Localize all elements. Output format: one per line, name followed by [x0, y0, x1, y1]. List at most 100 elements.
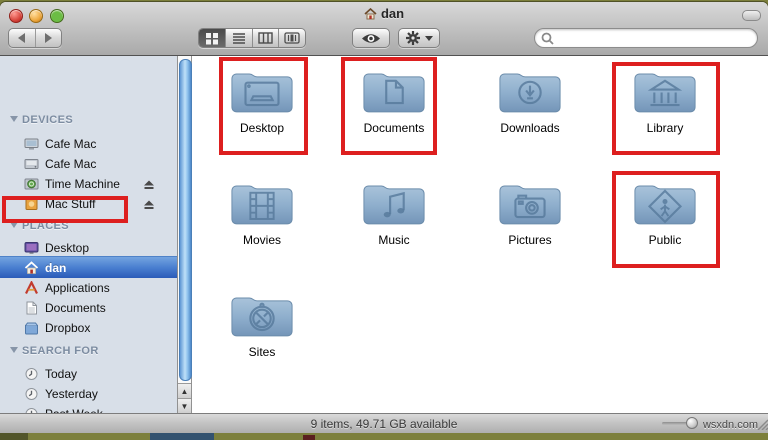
computer-icon	[24, 137, 40, 152]
disclosure-triangle-icon	[10, 222, 18, 228]
desktop-red-patch	[303, 435, 315, 440]
scroll-up-button[interactable]: ▲	[178, 383, 191, 398]
icon-view-button[interactable]	[199, 29, 226, 47]
home-icon	[24, 260, 40, 275]
folder-label: Movies	[242, 233, 281, 247]
folder-icon	[231, 73, 293, 113]
folder-pictures[interactable]: Pictures	[475, 176, 585, 247]
toolbar-toggle-pill[interactable]	[742, 10, 761, 21]
folder-icon	[634, 73, 696, 113]
search-icon	[541, 32, 554, 45]
folder-label: Pictures	[508, 233, 552, 247]
sidebar-item-mac-stuff[interactable]: Mac Stuff	[0, 194, 177, 214]
sidebar-item-label: dan	[45, 260, 67, 275]
back-button[interactable]	[9, 29, 36, 47]
time-machine-drive-icon	[24, 177, 40, 192]
sidebar-item-label: Desktop	[45, 241, 90, 255]
list-view-button[interactable]	[226, 29, 253, 47]
gear-icon	[406, 31, 420, 45]
quick-look-button[interactable]	[352, 28, 390, 48]
column-view-icon	[258, 32, 273, 44]
forward-icon	[44, 33, 52, 43]
scrollbar-thumb[interactable]	[179, 59, 192, 381]
desktop-shadow	[0, 433, 28, 440]
sidebar-section-search-for[interactable]: SEARCH FOR	[10, 345, 99, 357]
folder-movies[interactable]: Movies	[207, 176, 317, 247]
folder-icon	[499, 73, 561, 113]
eye-icon	[362, 33, 380, 43]
sidebar-item-documents[interactable]: Documents	[0, 298, 177, 318]
resize-grip[interactable]	[754, 416, 768, 430]
search-input[interactable]	[534, 28, 758, 48]
titlebar-toolbar: dan	[0, 2, 768, 56]
sidebar: DEVICES Cafe Mac Cafe Mac Time Machine M…	[0, 56, 177, 413]
sidebar-item-yesterday[interactable]: Yesterday	[0, 384, 177, 404]
view-segmented-control	[198, 28, 306, 48]
clock-icon	[24, 387, 40, 402]
sidebar-item-label: Cafe Mac	[45, 157, 97, 171]
sidebar-scrollbar[interactable]: ▲ ▼	[177, 56, 192, 413]
applications-icon	[24, 281, 40, 296]
folder-public[interactable]: Public	[610, 176, 720, 247]
action-menu-button[interactable]	[398, 28, 440, 48]
window-title: dan	[0, 6, 768, 21]
list-view-icon	[232, 33, 245, 44]
folder-documents[interactable]: Documents	[339, 64, 449, 135]
sidebar-item-cafe-mac-disk[interactable]: Cafe Mac	[0, 154, 177, 174]
desktop-blue-patch	[150, 433, 214, 440]
column-view-button[interactable]	[253, 29, 280, 47]
folder-label: Documents	[363, 121, 425, 135]
folder-icon	[634, 185, 696, 225]
sidebar-item-past-week[interactable]: Past Week	[0, 404, 177, 413]
back-icon	[18, 33, 26, 43]
sidebar-item-label: Dropbox	[45, 321, 91, 335]
sidebar-item-label: Documents	[45, 301, 106, 315]
chevron-down-icon	[425, 35, 433, 41]
sidebar-item-label: Mac Stuff	[45, 197, 96, 211]
dropbox-icon	[24, 321, 40, 336]
desktop-icon	[24, 241, 40, 256]
folder-library[interactable]: Library	[610, 64, 720, 135]
folder-icon	[231, 297, 293, 337]
finder-window: dan DEVICES Cafe Mac Cafe Mac Time Machi…	[0, 2, 768, 433]
clock-icon	[24, 367, 40, 382]
zoom-slider-knob[interactable]	[686, 417, 698, 429]
eject-icon[interactable]	[143, 199, 155, 210]
external-drive-icon	[24, 197, 40, 212]
sidebar-item-dropbox[interactable]: Dropbox	[0, 318, 177, 338]
coverflow-view-button[interactable]	[279, 29, 305, 47]
coverflow-view-icon	[284, 32, 300, 44]
hard-drive-icon	[24, 157, 40, 172]
sidebar-item-label: Time Machine	[45, 177, 120, 191]
sidebar-section-places[interactable]: PLACES	[10, 220, 69, 232]
scroll-down-button[interactable]: ▼	[178, 398, 191, 413]
folder-icon	[363, 73, 425, 113]
folder-label: Desktop	[239, 121, 285, 135]
eject-icon[interactable]	[143, 179, 155, 190]
folder-sites[interactable]: Sites	[207, 288, 317, 359]
sidebar-item-label: Yesterday	[45, 387, 98, 401]
sidebar-item-label: Cafe Mac	[45, 137, 97, 151]
folder-music[interactable]: Music	[339, 176, 449, 247]
sidebar-item-dan[interactable]: dan	[0, 256, 177, 278]
folder-downloads[interactable]: Downloads	[475, 64, 585, 135]
disclosure-triangle-icon	[10, 116, 18, 122]
status-text: 9 items, 49.71 GB available	[310, 417, 458, 431]
sidebar-item-label: Applications	[45, 281, 110, 295]
watermark: wsxdn.com	[702, 419, 758, 431]
sidebar-item-time-machine[interactable]: Time Machine	[0, 174, 177, 194]
sidebar-item-applications[interactable]: Applications	[0, 278, 177, 298]
sidebar-item-cafe-mac-computer[interactable]: Cafe Mac	[0, 134, 177, 154]
folder-label: Sites	[248, 345, 276, 359]
sidebar-item-today[interactable]: Today	[0, 364, 177, 384]
sidebar-section-devices[interactable]: DEVICES	[10, 114, 73, 126]
folder-desktop[interactable]: Desktop	[207, 64, 317, 135]
folder-label: Library	[646, 121, 684, 135]
document-icon	[24, 301, 40, 316]
file-browser-area[interactable]: Desktop Documents Downloads Library Movi…	[193, 56, 768, 413]
folder-label: Music	[378, 233, 410, 247]
forward-button[interactable]	[36, 29, 62, 47]
folder-label: Downloads	[500, 121, 560, 135]
sidebar-item-desktop[interactable]: Desktop	[0, 238, 177, 258]
desktop-background-strip	[0, 433, 768, 440]
